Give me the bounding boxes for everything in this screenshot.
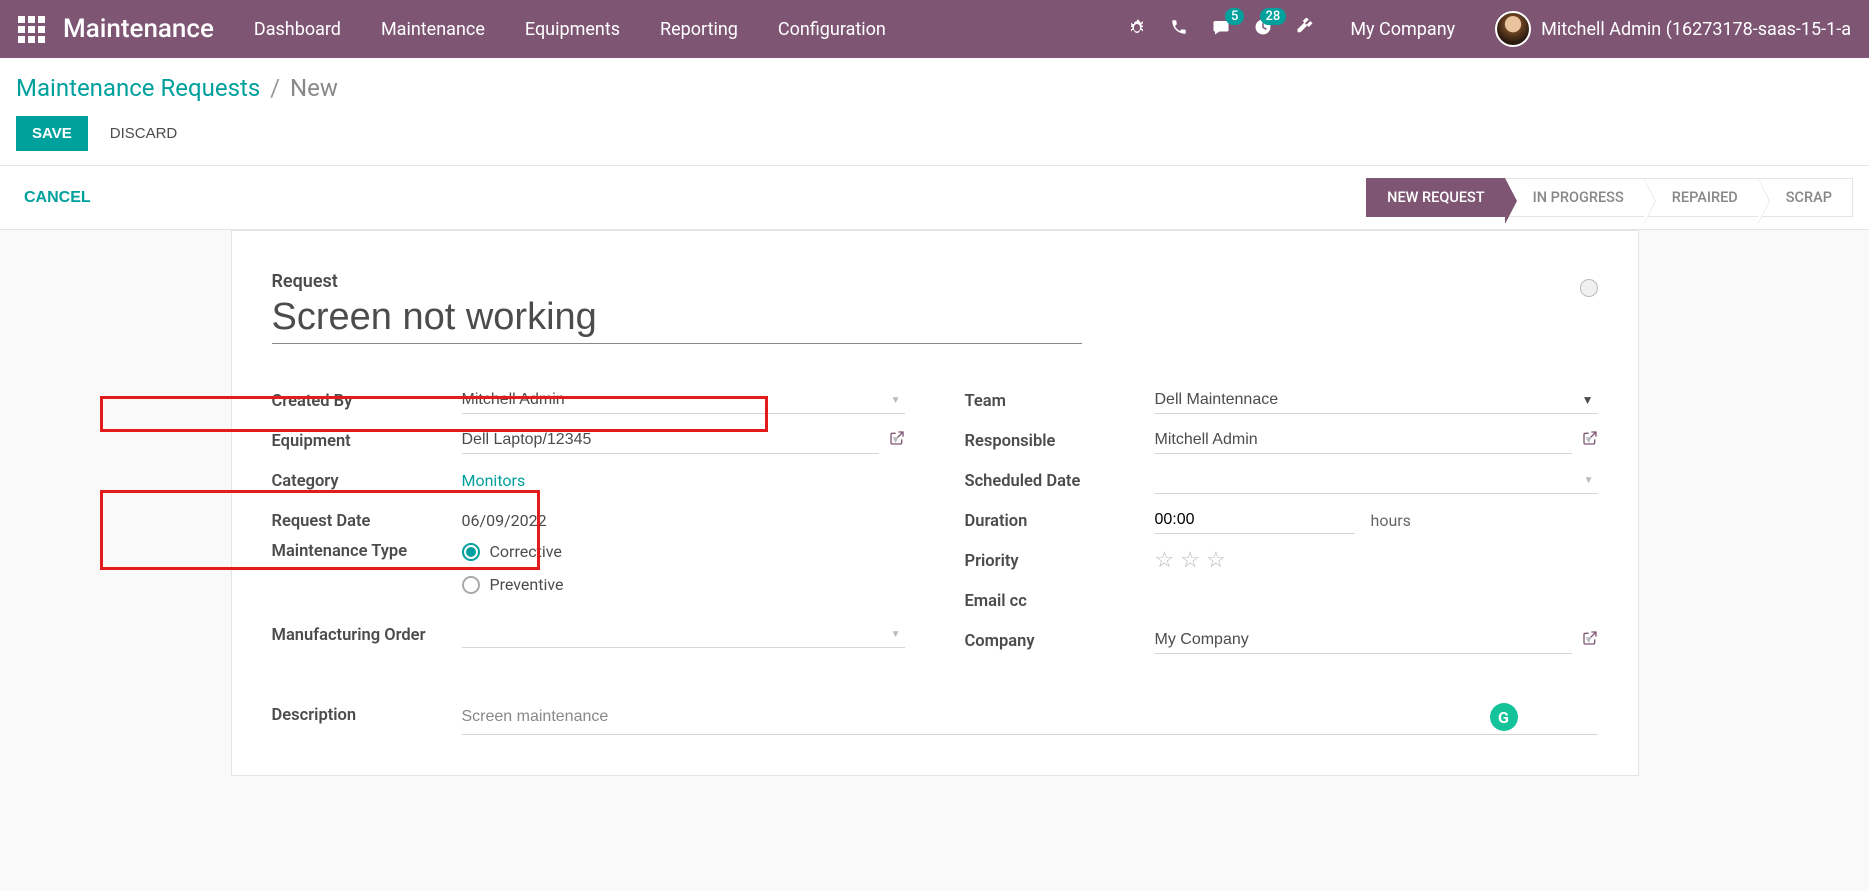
- statusbar: CANCEL NEW REQUEST IN PROGRESS REPAIRED …: [0, 166, 1869, 230]
- responsible-field[interactable]: [1155, 427, 1572, 454]
- star-icon[interactable]: ☆: [1155, 548, 1175, 573]
- status-steps: NEW REQUEST IN PROGRESS REPAIRED SCRAP: [1366, 178, 1853, 217]
- external-link-icon[interactable]: [1582, 430, 1598, 450]
- action-buttons: SAVE DISCARD: [16, 116, 1853, 165]
- avatar: [1495, 11, 1531, 47]
- radio-corrective[interactable]: Corrective: [462, 542, 564, 561]
- form-sheet: Request Created By ▼ Equipment ▼: [231, 230, 1639, 776]
- category-link[interactable]: Monitors: [462, 471, 526, 490]
- status-repaired[interactable]: REPAIRED: [1644, 178, 1758, 217]
- breadcrumb: Maintenance Requests / New: [16, 74, 1853, 102]
- form-columns: Created By ▼ Equipment ▼ Category: [272, 380, 1598, 660]
- label-created-by: Created By: [272, 390, 462, 411]
- priority-stars: ☆ ☆ ☆: [1155, 548, 1226, 573]
- label-scheduled-date: Scheduled Date: [965, 470, 1155, 491]
- request-label: Request: [272, 271, 1598, 292]
- bug-icon[interactable]: [1128, 18, 1146, 41]
- breadcrumb-current: New: [290, 74, 338, 102]
- nav-reporting[interactable]: Reporting: [660, 19, 738, 40]
- created-by-field[interactable]: [462, 387, 905, 414]
- label-team: Team: [965, 390, 1155, 411]
- label-company: Company: [965, 630, 1155, 651]
- request-date-value: 06/09/2022: [462, 511, 547, 530]
- messages-icon[interactable]: 5: [1212, 18, 1230, 41]
- star-icon[interactable]: ☆: [1180, 548, 1200, 573]
- status-scrap[interactable]: SCRAP: [1758, 178, 1853, 217]
- radio-preventive[interactable]: Preventive: [462, 575, 564, 594]
- activities-icon[interactable]: 28: [1254, 18, 1272, 41]
- label-priority: Priority: [965, 550, 1155, 571]
- nav-equipments[interactable]: Equipments: [525, 19, 620, 40]
- nav-maintenance[interactable]: Maintenance: [381, 19, 485, 40]
- description-row: Description: [272, 700, 1598, 735]
- radio-unchecked-icon: [462, 576, 480, 594]
- save-button[interactable]: SAVE: [16, 116, 88, 151]
- form-container: Request Created By ▼ Equipment ▼: [215, 230, 1655, 776]
- label-responsible: Responsible: [965, 430, 1155, 451]
- equipment-field[interactable]: [462, 427, 879, 454]
- discard-button[interactable]: DISCARD: [94, 116, 194, 151]
- label-email-cc: Email cc: [965, 590, 1155, 611]
- nav-configuration[interactable]: Configuration: [778, 19, 886, 40]
- external-link-icon[interactable]: [1582, 630, 1598, 650]
- maintenance-type-radio: Corrective Preventive: [462, 540, 564, 594]
- hours-label: hours: [1371, 511, 1411, 530]
- radio-preventive-label: Preventive: [490, 575, 564, 594]
- scheduled-date-field[interactable]: [1155, 467, 1598, 494]
- company-field[interactable]: [1155, 627, 1572, 654]
- label-duration: Duration: [965, 510, 1155, 531]
- user-menu[interactable]: Mitchell Admin (16273178-saas-15-1-a: [1495, 11, 1851, 47]
- messages-badge: 5: [1225, 8, 1244, 25]
- company-switcher[interactable]: My Company: [1350, 19, 1455, 40]
- activities-badge: 28: [1260, 8, 1287, 25]
- control-panel: Maintenance Requests / New SAVE DISCARD: [0, 58, 1869, 166]
- label-maintenance-type: Maintenance Type: [272, 540, 462, 561]
- form-col-left: Created By ▼ Equipment ▼ Category: [272, 380, 905, 660]
- label-equipment: Equipment: [272, 430, 462, 451]
- tools-icon[interactable]: [1296, 18, 1314, 41]
- mo-field[interactable]: [462, 621, 905, 648]
- apps-icon[interactable]: [18, 16, 45, 43]
- nav-dashboard[interactable]: Dashboard: [254, 19, 341, 40]
- team-field[interactable]: [1155, 387, 1598, 414]
- app-brand[interactable]: Maintenance: [63, 14, 214, 44]
- nav-icons: 5 28 My Company: [1128, 18, 1455, 41]
- duration-field[interactable]: [1155, 507, 1355, 534]
- breadcrumb-parent[interactable]: Maintenance Requests: [16, 74, 260, 102]
- status-new-request[interactable]: NEW REQUEST: [1366, 178, 1504, 217]
- request-title-input[interactable]: [272, 296, 1082, 344]
- label-description: Description: [272, 700, 462, 735]
- form-col-right: Team ▼ Responsible ▼ Scheduled Date: [965, 380, 1598, 660]
- nav-menu: Dashboard Maintenance Equipments Reporti…: [254, 19, 1128, 40]
- user-name: Mitchell Admin (16273178-saas-15-1-a: [1541, 19, 1851, 40]
- star-icon[interactable]: ☆: [1206, 548, 1226, 573]
- external-link-icon[interactable]: [889, 430, 905, 450]
- label-mo: Manufacturing Order: [272, 624, 462, 645]
- label-category: Category: [272, 470, 462, 491]
- kanban-state-dot[interactable]: [1580, 279, 1598, 297]
- label-request-date: Request Date: [272, 510, 462, 531]
- phone-icon[interactable]: [1170, 18, 1188, 41]
- status-in-progress[interactable]: IN PROGRESS: [1505, 178, 1644, 217]
- cancel-button[interactable]: CANCEL: [16, 185, 99, 211]
- radio-checked-icon: [462, 543, 480, 561]
- radio-corrective-label: Corrective: [490, 542, 562, 561]
- navbar: Maintenance Dashboard Maintenance Equipm…: [0, 0, 1869, 58]
- grammarly-icon[interactable]: G: [1490, 703, 1518, 731]
- description-field[interactable]: [462, 700, 1598, 735]
- breadcrumb-sep: /: [270, 74, 280, 102]
